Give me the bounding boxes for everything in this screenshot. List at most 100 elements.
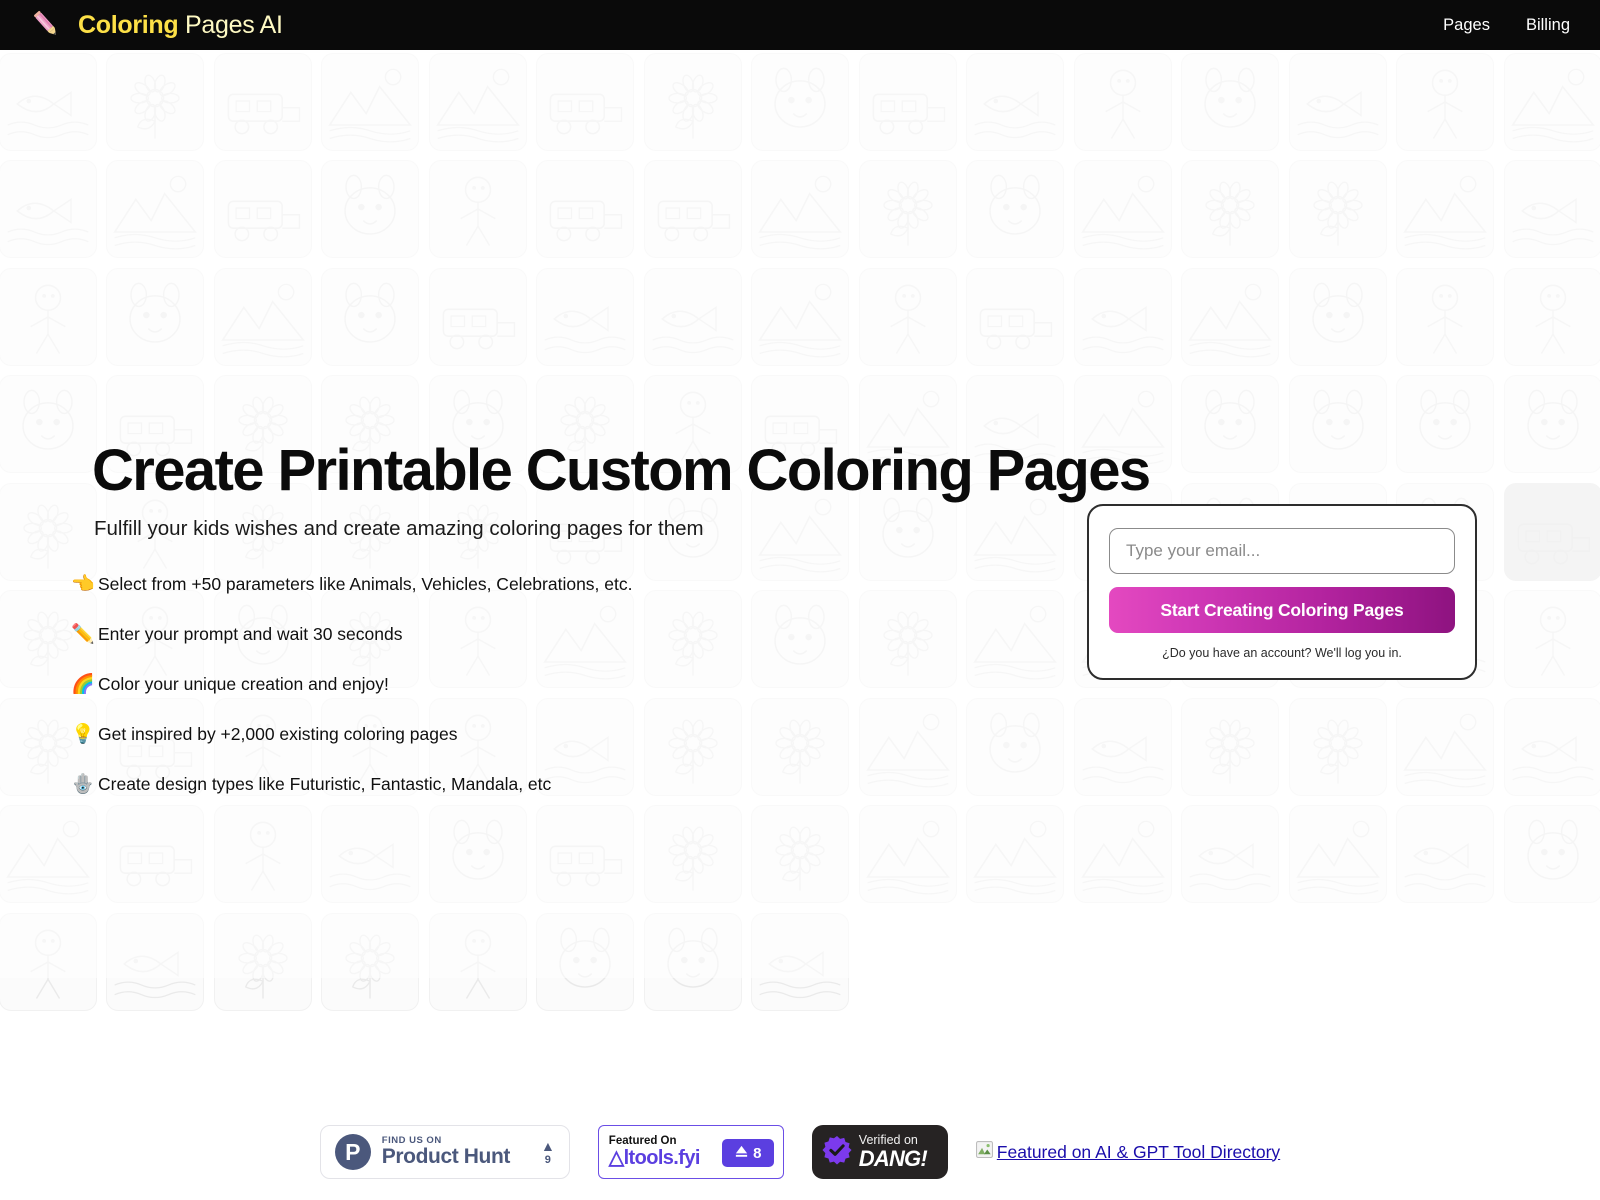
background-thumbnail: [106, 267, 204, 366]
start-creating-button[interactable]: Start Creating Coloring Pages: [1109, 587, 1455, 633]
background-thumbnail: [321, 52, 419, 151]
background-thumbnail: [0, 912, 97, 1011]
background-thumbnail: [643, 160, 742, 258]
background-thumbnail: [1396, 160, 1494, 258]
upvote-caret-icon: ▲: [540, 1137, 555, 1154]
background-thumbnail: [1288, 52, 1387, 151]
footer-badges: P FIND US ON Product Hunt ▲ 9 Featured O…: [0, 1112, 1600, 1192]
background-thumbnail: [106, 52, 204, 151]
feature-item: 🪬 Create design types like Futuristic, Fa…: [68, 767, 1600, 803]
background-thumbnail: [428, 912, 527, 1011]
background-thumbnail: [536, 912, 634, 1011]
brand-title: Coloring Pages AI: [78, 11, 283, 40]
background-thumbnail: [0, 805, 97, 903]
background-thumbnail: [1073, 52, 1172, 151]
signup-card: Start Creating Coloring Pages ¿Do you ha…: [1087, 504, 1477, 680]
background-thumbnail: [1503, 805, 1600, 903]
background-thumbnail: [0, 267, 97, 366]
background-thumbnail: [213, 805, 312, 903]
brand-title-light: Pages AI: [178, 10, 283, 39]
feature-label: Create design types like Futuristic, Fan…: [98, 774, 552, 795]
feature-label: Color your unique creation and enjoy!: [98, 674, 389, 695]
altools-badge[interactable]: Featured On △ltools.fyi 8: [597, 1125, 784, 1179]
background-thumbnail: [1073, 805, 1172, 903]
background-thumbnail: [643, 267, 742, 366]
feature-label: Get inspired by +2,000 existing coloring…: [98, 724, 458, 745]
background-thumbnail: [428, 267, 527, 366]
nav-links: Pages Billing: [1443, 16, 1570, 35]
background-thumbnail: [321, 160, 419, 258]
background-thumbnail: [966, 160, 1064, 258]
background-thumbnail: [536, 805, 634, 903]
background-thumbnail: [966, 805, 1064, 903]
background-thumbnail: [213, 267, 312, 366]
background-thumbnail: [536, 267, 634, 366]
background-thumbnail: [751, 160, 849, 258]
dang-verified-badge[interactable]: Verified on DANG!: [811, 1125, 948, 1179]
top-navbar: Coloring Pages AI Pages Billing: [0, 0, 1600, 50]
background-thumbnail: [1503, 52, 1600, 151]
background-thumbnail: [428, 52, 527, 151]
pencil-icon: [30, 8, 64, 42]
product-hunt-texts: FIND US ON Product Hunt: [382, 1136, 511, 1168]
background-thumbnail: [213, 52, 312, 151]
background-thumbnail: [1181, 267, 1279, 366]
feature-item: 💡 Get inspired by +2,000 existing colorin…: [68, 717, 1600, 753]
login-note: ¿Do you have an account? We'll log you i…: [1162, 646, 1402, 660]
nav-link-billing[interactable]: Billing: [1526, 16, 1570, 35]
background-thumbnail: [536, 52, 634, 151]
background-thumbnail: [1073, 160, 1172, 258]
verified-seal-icon: [822, 1135, 852, 1170]
background-thumbnail: [1181, 160, 1279, 258]
altools-count: 8: [753, 1144, 762, 1162]
background-thumbnail: [858, 805, 957, 903]
page-title: Create Printable Custom Coloring Pages: [92, 438, 1151, 503]
background-thumbnail: [1503, 267, 1600, 366]
ai-gpt-directory-link[interactable]: Featured on AI & GPT Tool Directory: [975, 1141, 1280, 1163]
dang-eyebrow: Verified on: [858, 1133, 918, 1148]
background-thumbnail: [751, 267, 849, 366]
background-thumbnail: [1396, 267, 1494, 366]
hamsa-icon: 🪬: [71, 774, 95, 796]
background-thumbnail: [751, 912, 849, 1011]
background-thumbnail: [643, 52, 742, 151]
background-thumbnail: [858, 160, 957, 258]
background-thumbnail: [1503, 160, 1600, 258]
brand-logo[interactable]: Coloring Pages AI: [30, 8, 283, 42]
pencil-icon: ✏️: [71, 624, 95, 646]
product-hunt-badge[interactable]: P FIND US ON Product Hunt ▲ 9: [319, 1125, 570, 1179]
product-hunt-logo-icon: P: [334, 1134, 371, 1170]
rainbow-icon: 🌈: [71, 674, 95, 696]
feature-label: Enter your prompt and wait 30 seconds: [98, 624, 403, 645]
background-thumbnail: [213, 160, 312, 258]
background-thumbnail: [1181, 805, 1279, 903]
background-thumbnail: [321, 912, 419, 1011]
background-thumbnail: [106, 160, 204, 258]
broken-image-icon: [975, 1141, 993, 1163]
email-input[interactable]: [1109, 528, 1455, 574]
background-thumbnail: [0, 160, 97, 258]
background-thumbnail: [858, 52, 957, 151]
background-thumbnail: [106, 912, 204, 1011]
brand-title-strong: Coloring: [78, 10, 179, 39]
background-thumbnail: [0, 52, 97, 151]
nav-link-pages[interactable]: Pages: [1443, 16, 1490, 35]
product-hunt-votes: ▲ 9: [541, 1139, 555, 1166]
background-thumbnail: [1396, 52, 1494, 151]
product-hunt-vote-count: 9: [544, 1153, 551, 1166]
background-thumbnail: [213, 912, 312, 1011]
background-thumbnail: [1181, 52, 1279, 151]
dang-texts: Verified on DANG!: [858, 1133, 928, 1171]
background-thumbnail: [966, 267, 1064, 366]
dang-name: DANG!: [858, 1145, 928, 1171]
altools-count-chip: 8: [721, 1139, 774, 1167]
lightbulb-icon: 💡: [71, 724, 95, 746]
background-thumbnail: [1288, 267, 1387, 366]
pointing-hand-icon: 👈: [71, 574, 95, 596]
background-thumbnail: [321, 805, 419, 903]
background-thumbnail: [536, 160, 634, 258]
background-thumbnail: [966, 52, 1064, 151]
background-thumbnail: [751, 805, 849, 903]
triangle-stack-icon: [734, 1144, 749, 1163]
background-thumbnail: [751, 52, 849, 151]
